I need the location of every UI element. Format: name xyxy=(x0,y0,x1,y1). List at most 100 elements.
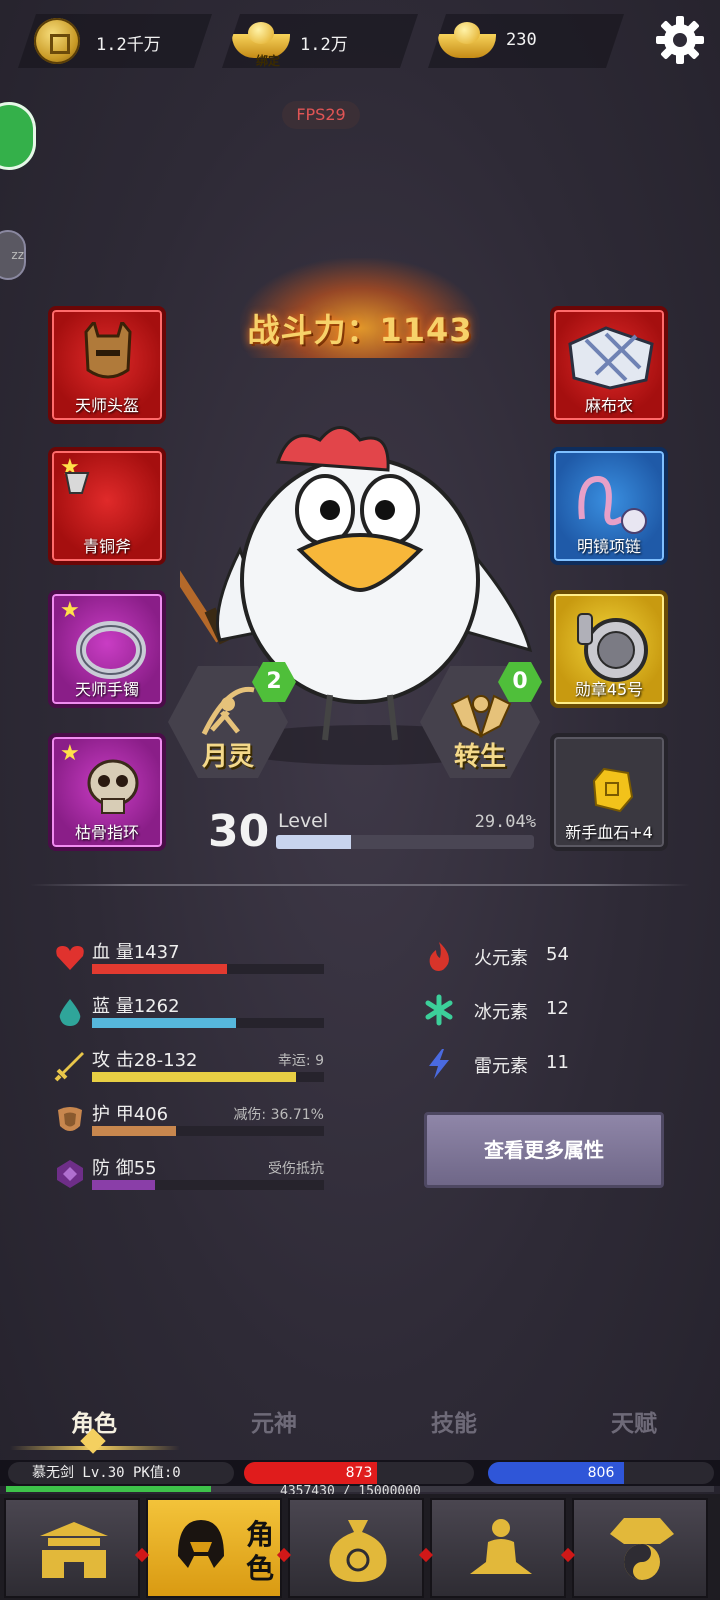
meditation-icon xyxy=(470,1519,532,1574)
moon-spirit-label: 月灵 xyxy=(201,742,254,772)
equip-slot-axe[interactable]: ★ 青铜斧 xyxy=(48,447,166,565)
view-more-attributes-button[interactable]: 查看更多属性 xyxy=(424,1112,664,1188)
stat-armor-bar xyxy=(92,1126,324,1136)
level-percent: 29.04% xyxy=(474,812,536,832)
archer-icon xyxy=(201,686,255,736)
star-icon: ★ xyxy=(60,598,80,623)
stat-defense-extra: 受伤抵抗 xyxy=(268,1161,324,1177)
element-fire-value: 54 xyxy=(546,944,569,965)
nav-bag-button[interactable] xyxy=(288,1498,424,1598)
stat-defense: 防 御55 受伤抵抗 xyxy=(54,1152,324,1202)
stat-attack-bar xyxy=(92,1072,324,1082)
equip-slot-necklace[interactable]: 明镜项链 xyxy=(550,447,668,565)
combat-power: 战斗力：1143 xyxy=(247,311,473,349)
mp-value: 806 xyxy=(587,1465,615,1481)
element-thunder-label: 雷元素 xyxy=(474,1056,528,1077)
nav-meditation-button[interactable] xyxy=(430,1498,566,1598)
fps-counter: FPS29 xyxy=(282,101,360,129)
necklace-icon xyxy=(578,475,647,534)
element-fire: 火元素 54 xyxy=(424,938,624,978)
equip-slot-ring[interactable]: ★ 枯骨指环 xyxy=(48,733,166,851)
stat-mp-label: 蓝 量1262 xyxy=(92,996,180,1017)
element-ice-label: 冰元素 xyxy=(474,1002,528,1023)
gold-ingot-icon xyxy=(438,22,496,58)
gold-amount: 230 xyxy=(506,30,537,50)
nav-taiji-button[interactable] xyxy=(572,1498,708,1598)
stat-armor-label: 护 甲406 xyxy=(92,1104,169,1125)
equip-label-bloodstone: 新手血石+4 xyxy=(565,823,653,842)
stat-hp: 血 量1437 xyxy=(54,936,324,986)
stat-hp-label: 血 量1437 xyxy=(92,942,180,963)
taiji-icon xyxy=(610,1518,674,1580)
stat-mp: 蓝 量1262 xyxy=(54,990,324,1040)
money-bag-icon xyxy=(329,1520,387,1582)
sword-icon xyxy=(54,1052,84,1082)
city-gate-icon xyxy=(40,1522,108,1578)
copper-amount: 1.2千万 xyxy=(96,35,161,55)
bound-gold-amount: 1.2万 xyxy=(300,35,348,55)
star-icon: ★ xyxy=(60,741,80,766)
copper-currency[interactable]: 1.2千万 xyxy=(18,14,212,68)
side-float-green-button[interactable] xyxy=(0,102,36,170)
hp-bar: 873 xyxy=(244,1462,474,1484)
equip-label-bracelet: 天师手镯 xyxy=(74,680,139,699)
wings-icon xyxy=(450,694,512,738)
stat-defense-label: 防 御55 xyxy=(92,1158,157,1179)
nav-city-button[interactable] xyxy=(4,1498,140,1598)
settings-gear-icon[interactable] xyxy=(654,14,706,66)
equip-label-helmet: 天师头盔 xyxy=(74,396,139,415)
equip-slot-bracelet[interactable]: ★ 天师手镯 xyxy=(48,590,166,708)
bracelet-icon xyxy=(76,621,146,679)
stat-armor-extra: 减伤: 36.71% xyxy=(233,1107,324,1123)
stat-armor: 护 甲406 减伤: 36.71% xyxy=(54,1098,324,1148)
axe-icon xyxy=(64,472,90,494)
equip-slot-medal[interactable]: 勋章45号 xyxy=(550,590,668,708)
section-divider xyxy=(30,884,690,886)
character-helmet-icon xyxy=(178,1520,224,1568)
equip-label-medal: 勋章45号 xyxy=(574,680,644,699)
moon-spirit-badge[interactable]: 月灵 2 xyxy=(168,662,296,778)
element-ice: 冰元素 12 xyxy=(424,992,624,1032)
equip-label-armor: 麻布衣 xyxy=(584,396,633,415)
stat-attack-label: 攻 击28-132 xyxy=(92,1050,198,1071)
side-float-sleep-button[interactable]: zz xyxy=(0,230,26,280)
lightning-icon xyxy=(429,1049,449,1079)
rebirth-label: 转生 xyxy=(453,742,506,772)
equip-label-axe: 青铜斧 xyxy=(82,537,131,556)
helmet-icon xyxy=(84,322,132,379)
hp-value: 873 xyxy=(345,1465,373,1481)
element-thunder-value: 11 xyxy=(546,1052,569,1073)
nav-character-button[interactable]: 角色 xyxy=(146,1498,282,1598)
bloodstone-icon xyxy=(592,767,634,813)
player-name-level: 慕无剑 Lv.30 PK值:0 xyxy=(8,1462,234,1484)
armor-icon xyxy=(58,1107,82,1131)
equip-slot-bloodstone[interactable]: 新手血石+4 xyxy=(550,733,668,851)
bound-gold-currency[interactable]: 绑定 1.2万 xyxy=(222,14,418,68)
cloth-armor-icon xyxy=(568,326,654,390)
stat-defense-bar xyxy=(92,1180,324,1190)
snowflake-icon xyxy=(425,994,453,1026)
equip-slot-helmet[interactable]: 天师头盔 xyxy=(48,306,166,424)
stat-hp-bar xyxy=(92,964,324,974)
stat-attack: 攻 击28-132 幸运: 9 xyxy=(54,1044,324,1094)
nav-character-label: 角色 xyxy=(246,1518,275,1585)
copper-coin-icon xyxy=(34,18,80,64)
water-drop-icon xyxy=(59,999,81,1026)
rebirth-badge[interactable]: 转生 0 xyxy=(420,662,542,778)
bound-label: 绑定 xyxy=(256,54,281,68)
tab-spirit[interactable]: 元神 xyxy=(214,1404,334,1438)
gold-currency[interactable]: 230 xyxy=(428,14,624,68)
mp-bar: 806 xyxy=(488,1462,714,1484)
element-ice-value: 12 xyxy=(546,998,569,1019)
equip-slot-armor[interactable]: 麻布衣 xyxy=(550,306,668,424)
level-progress-bar xyxy=(276,835,534,849)
element-fire-label: 火元素 xyxy=(474,948,528,969)
stat-mp-bar xyxy=(92,1018,324,1028)
bound-gold-ingot-icon: 绑定 xyxy=(232,22,290,58)
equip-label-ring: 枯骨指环 xyxy=(74,823,139,842)
tab-skills[interactable]: 技能 xyxy=(394,1404,514,1438)
element-thunder: 雷元素 11 xyxy=(424,1046,624,1086)
skull-ring-icon xyxy=(87,759,139,814)
tab-talent[interactable]: 天赋 xyxy=(574,1404,694,1438)
shield-icon xyxy=(57,1160,83,1188)
